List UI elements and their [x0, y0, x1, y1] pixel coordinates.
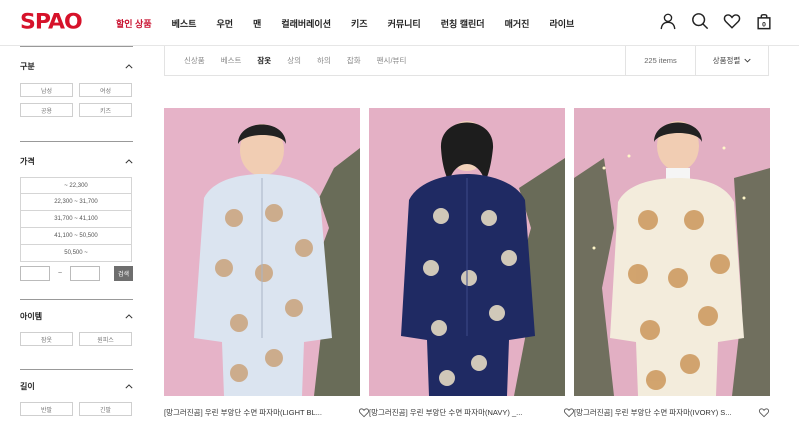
product-image[interactable] — [164, 108, 360, 396]
filter-title: 가격 — [20, 156, 35, 166]
range-separator: ~ — [58, 270, 63, 277]
chevron-up-icon[interactable] — [125, 383, 133, 389]
filter-section-price: 가격 ~ 22,300 22,300 ~ 31,700 31,700 ~ 41,… — [20, 141, 133, 299]
tab-goods[interactable]: 잡화 — [347, 55, 361, 66]
product-image[interactable] — [369, 108, 565, 396]
filter-option-kids[interactable]: 키즈 — [79, 103, 132, 117]
cart-icon[interactable]: 0 — [755, 12, 773, 30]
filter-option-unisex[interactable]: 공용 — [20, 103, 73, 117]
product-photo — [369, 108, 565, 396]
nav-item-launch-calendar[interactable]: 런칭 캘린더 — [441, 17, 485, 30]
product-card: [망그러진곰] 우린 부앙단 수면 파자마(IVORY) S... — [574, 108, 770, 417]
product-photo — [574, 108, 770, 396]
price-option[interactable]: 31,700 ~ 41,100 — [20, 211, 132, 228]
filter-section-category: 구분 남성 여성 공용 키즈 — [20, 46, 133, 141]
filter-option-pajama[interactable]: 잠옷 — [20, 332, 73, 346]
items-count: 225 items — [625, 45, 695, 76]
nav-item-sale[interactable]: 할인 상품 — [116, 17, 152, 30]
tab-pajamas[interactable]: 잠옷 — [257, 55, 271, 66]
price-search-button[interactable]: 검색 — [114, 266, 133, 281]
filter-title: 구분 — [20, 61, 35, 71]
sort-dropdown[interactable]: 상품정렬 — [695, 45, 768, 76]
filter-header-item[interactable]: 아이템 — [20, 300, 133, 332]
product-name[interactable]: [망그러진곰] 우린 부앙단 수면 파자마(LIGHT BL... — [164, 407, 322, 418]
filter-header-length[interactable]: 길이 — [20, 370, 133, 402]
filter-option-long-sleeve[interactable]: 긴팔 — [79, 402, 132, 416]
filter-header-price[interactable]: 가격 — [20, 142, 133, 180]
tab-best[interactable]: 베스트 — [221, 55, 242, 66]
product-card: [망그러진곰] 우린 부앙단 수면 파자마(LIGHT BL... — [164, 108, 370, 417]
tab-fancy-beauty[interactable]: 팬시/뷰티 — [377, 55, 407, 66]
product-info: [망그러진곰] 우린 부앙단 수면 파자마(NAVY) _... — [369, 405, 575, 419]
nav-item-community[interactable]: 커뮤니티 — [388, 17, 421, 30]
chevron-up-icon[interactable] — [125, 313, 133, 319]
sort-label: 상품정렬 — [712, 56, 741, 65]
filter-section-item: 아이템 잠옷 원피스 — [20, 299, 133, 369]
heart-icon[interactable] — [723, 12, 741, 30]
filter-title: 아이템 — [20, 311, 43, 321]
user-icon[interactable] — [659, 12, 677, 30]
chevron-down-icon — [744, 58, 751, 63]
product-info: [망그러진곰] 우린 부앙단 수면 파자마(IVORY) S... — [574, 405, 770, 419]
filter-section-length: 길이 반팔 긴팔 — [20, 369, 133, 423]
price-min-input[interactable] — [20, 266, 50, 281]
search-icon[interactable] — [691, 12, 709, 30]
header-icons: 0 — [659, 12, 773, 30]
filter-option-short-sleeve[interactable]: 반팔 — [20, 402, 73, 416]
tab-bottoms[interactable]: 하의 — [317, 55, 331, 66]
product-name[interactable]: [망그러진곰] 우린 부앙단 수면 파자마(NAVY) _... — [369, 407, 522, 418]
category-tabs: 신상품 베스트 잠옷 상의 하의 잡화 팬시/뷰티 — [165, 55, 625, 66]
product-image[interactable] — [574, 108, 770, 396]
main-nav: 할인 상품 베스트 우먼 맨 컬래버레이션 키즈 커뮤니티 런칭 캘린더 매거진… — [116, 17, 594, 30]
price-max-input[interactable] — [70, 266, 101, 281]
chevron-up-icon[interactable] — [125, 63, 133, 69]
length-options: 반팔 긴팔 — [20, 402, 133, 416]
nav-item-men[interactable]: 맨 — [253, 17, 261, 30]
product-card: [망그러진곰] 우린 부앙단 수면 파자마(NAVY) _... — [369, 108, 575, 417]
category-bar: 신상품 베스트 잠옷 상의 하의 잡화 팬시/뷰티 225 items 상품정렬 — [164, 45, 769, 76]
filter-title: 길이 — [20, 381, 35, 391]
nav-item-collaboration[interactable]: 컬래버레이션 — [281, 17, 331, 30]
price-option[interactable]: 41,100 ~ 50,500 — [20, 228, 132, 245]
wishlist-heart-icon[interactable] — [758, 407, 770, 418]
nav-item-magazine[interactable]: 매거진 — [505, 17, 530, 30]
filter-sidebar: 구분 남성 여성 공용 키즈 가격 ~ 22,300 22,300 ~ 31,7… — [20, 46, 133, 423]
spao-logo[interactable]: SPAO — [20, 11, 83, 35]
tab-new[interactable]: 신상품 — [184, 55, 205, 66]
price-option[interactable]: 50,500 ~ — [20, 245, 132, 262]
product-info: [망그러진곰] 우린 부앙단 수면 파자마(LIGHT BL... — [164, 405, 370, 419]
product-photo — [164, 108, 360, 396]
nav-item-kids[interactable]: 키즈 — [351, 17, 368, 30]
item-options: 잠옷 원피스 — [20, 332, 133, 346]
price-option[interactable]: ~ 22,300 — [20, 177, 132, 194]
tab-tops[interactable]: 상의 — [287, 55, 301, 66]
price-option[interactable]: 22,300 ~ 31,700 — [20, 194, 132, 211]
filter-option-onepiece[interactable]: 원피스 — [79, 332, 132, 346]
price-range: ~ 검색 — [20, 266, 133, 281]
nav-item-women[interactable]: 우먼 — [216, 17, 233, 30]
price-options: ~ 22,300 22,300 ~ 31,700 31,700 ~ 41,100… — [20, 177, 133, 262]
filter-option-male[interactable]: 남성 — [20, 83, 73, 97]
nav-item-best[interactable]: 베스트 — [172, 17, 197, 30]
product-name[interactable]: [망그러진곰] 우린 부앙단 수면 파자마(IVORY) S... — [574, 407, 732, 418]
filter-header-category[interactable]: 구분 — [20, 47, 133, 85]
cart-count: 0 — [762, 21, 766, 28]
category-options: 남성 여성 공용 키즈 — [20, 83, 133, 117]
filter-option-female[interactable]: 여성 — [79, 83, 132, 97]
nav-item-live[interactable]: 라이브 — [549, 17, 574, 30]
site-header: SPAO 할인 상품 베스트 우먼 맨 컬래버레이션 키즈 커뮤니티 런칭 캘린… — [0, 0, 799, 46]
chevron-up-icon[interactable] — [125, 158, 133, 164]
